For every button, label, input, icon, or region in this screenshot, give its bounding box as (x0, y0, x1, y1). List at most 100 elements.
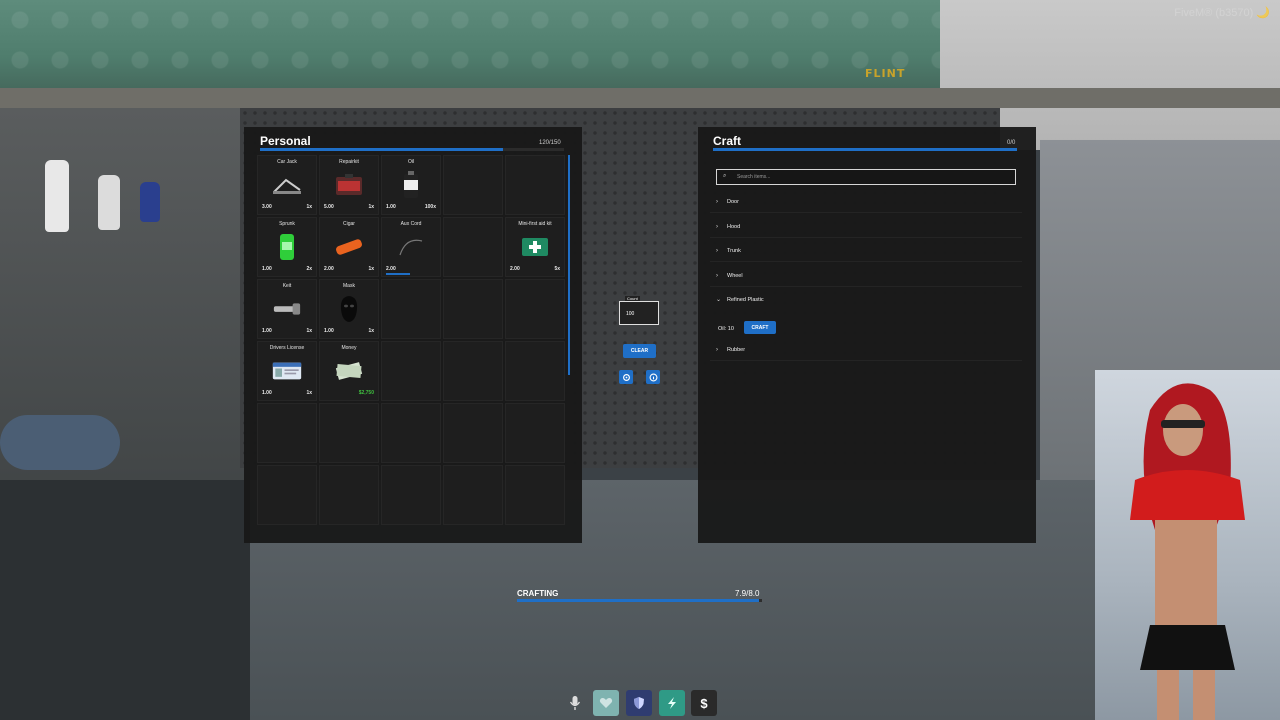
inventory-slot-empty[interactable] (505, 155, 565, 215)
inventory-title: Personal (260, 134, 311, 148)
inventory-slot-empty[interactable] (443, 465, 503, 525)
chevron-down-icon: ⌄ (716, 297, 722, 303)
item-weight: 1.00 (262, 390, 272, 396)
category-door[interactable]: › Door (710, 193, 1022, 213)
category-rubber[interactable]: › Rubber (710, 341, 1022, 361)
item-quantity: 2x (306, 266, 312, 272)
category-label: Trunk (727, 248, 741, 254)
item-weight: 5.00 (324, 204, 334, 210)
inventory-scroll-thumb[interactable] (568, 155, 570, 375)
inventory-slot-empty[interactable] (381, 341, 441, 401)
first-aid-icon (520, 233, 550, 261)
inventory-weight-bar-fill (260, 148, 504, 151)
help-button[interactable] (646, 370, 660, 384)
item-weight: 1.00 (386, 204, 396, 210)
inventory-slot-aux-cord[interactable]: Aux Cord 2.00 (381, 217, 441, 277)
inventory-slot-empty[interactable] (443, 279, 503, 339)
item-name: Money (341, 345, 357, 351)
item-name: Oil (407, 159, 415, 165)
item-weight: 1.00 (262, 266, 272, 272)
category-hood[interactable]: › Hood (710, 218, 1022, 238)
license-icon (272, 357, 302, 385)
inventory-slot-mini-first-aid-kit[interactable]: Mini-first aid kit 2.00 5x (505, 217, 565, 277)
inventory-slot-empty[interactable] (505, 403, 565, 463)
craft-panel: Craft 0/0 ⌕ Search items... › Door › Hoo… (698, 127, 1036, 543)
inventory-slot-empty[interactable] (505, 341, 565, 401)
money-amount: $2,750 (358, 390, 374, 396)
workbench (0, 480, 250, 720)
item-weight: 1.00 (324, 328, 334, 334)
inventory-slot-oil[interactable]: Oil 1.00 100x (381, 155, 441, 215)
inventory-slot-empty[interactable] (381, 279, 441, 339)
search-input[interactable]: ⌕ Search items... (716, 169, 1016, 185)
aux-cord-icon (396, 233, 426, 261)
microphone-icon (569, 696, 581, 710)
inventory-slot-empty[interactable] (319, 465, 379, 525)
item-name: Car Jack (277, 159, 297, 165)
chevron-right-icon: › (716, 273, 718, 279)
health-indicator (593, 690, 619, 716)
keit-icon (272, 295, 302, 323)
sprunk-can-icon (272, 233, 302, 261)
clear-button[interactable]: CLEAR (623, 344, 656, 358)
grinder (0, 415, 120, 470)
inventory-slot-mask[interactable]: Mask 1.00 1x (319, 279, 379, 339)
inventory-grid: Car Jack 3.00 1x Repairkit 5.00 1x Oil 1.00 100x… (257, 155, 567, 527)
bottle (45, 160, 69, 232)
item-quantity: 5x (554, 266, 560, 272)
item-durability-bar (386, 273, 410, 275)
inventory-slot-empty[interactable] (257, 403, 317, 463)
inventory-scrollbar[interactable] (568, 155, 570, 375)
inventory-slot-empty[interactable] (443, 217, 503, 277)
shield-icon (634, 697, 644, 709)
car-jack-icon (272, 171, 302, 199)
inventory-slot-car-jack[interactable]: Car Jack 3.00 1x (257, 155, 317, 215)
gear-icon (622, 373, 630, 381)
category-refined-plastic[interactable]: ⌄ Refined Plastic (710, 291, 1022, 311)
item-name: Mini-first aid kit (518, 221, 552, 227)
inventory-slot-money[interactable]: Money $2,750 (319, 341, 379, 401)
inventory-slot-empty[interactable] (443, 155, 503, 215)
inventory-slot-empty[interactable] (381, 465, 441, 525)
info-icon (649, 373, 657, 381)
heart-icon (599, 698, 613, 708)
inventory-slot-empty[interactable] (257, 465, 317, 525)
player-character-preview (1095, 370, 1280, 720)
settings-button[interactable] (619, 370, 633, 384)
inventory-slot-empty[interactable] (319, 403, 379, 463)
item-weight: 2.00 (324, 266, 334, 272)
fivem-watermark: FiveM® (b3570) 🌙 (1174, 7, 1270, 19)
inventory-slot-drivers-license[interactable]: Drivers License 1.00 1x (257, 341, 317, 401)
inventory-slot-keit[interactable]: Keit 1.00 1x (257, 279, 317, 339)
category-trunk[interactable]: › Trunk (710, 242, 1022, 262)
inventory-slot-empty[interactable] (381, 403, 441, 463)
search-icon: ⌕ (723, 173, 727, 179)
chevron-right-icon: › (716, 248, 718, 254)
cigar-icon (334, 233, 364, 261)
craft-bar (713, 148, 1017, 151)
count-field[interactable]: Count 100 (619, 296, 659, 325)
item-quantity: 1x (368, 204, 374, 210)
count-label: Count (625, 296, 640, 301)
item-weight: 2.00 (510, 266, 520, 272)
craft-button[interactable]: CRAFT (744, 321, 776, 334)
crafting-progress-fill (517, 599, 759, 602)
money-icon (334, 357, 364, 385)
category-wheel[interactable]: › Wheel (710, 267, 1022, 287)
inventory-slot-cigar[interactable]: Cigar 2.00 1x (319, 217, 379, 277)
flint-sign: FLINT (865, 67, 906, 80)
inventory-slot-empty[interactable] (505, 279, 565, 339)
count-value: 100 (626, 311, 635, 317)
bottle (140, 182, 160, 222)
item-name: Sprunk (279, 221, 295, 227)
inventory-slot-empty[interactable] (443, 403, 503, 463)
category-label: Hood (727, 224, 741, 230)
voice-indicator (562, 690, 588, 716)
personal-inventory-panel: Personal 120/150 Car Jack 3.00 1x Repairkit… (244, 127, 582, 543)
inventory-slot-empty[interactable] (443, 341, 503, 401)
stamina-indicator (659, 690, 685, 716)
inventory-slot-sprunk[interactable]: Sprunk 1.00 2x (257, 217, 317, 277)
craft-title: Craft (713, 134, 742, 148)
inventory-slot-empty[interactable] (505, 465, 565, 525)
inventory-slot-repairkit[interactable]: Repairkit 5.00 1x (319, 155, 379, 215)
